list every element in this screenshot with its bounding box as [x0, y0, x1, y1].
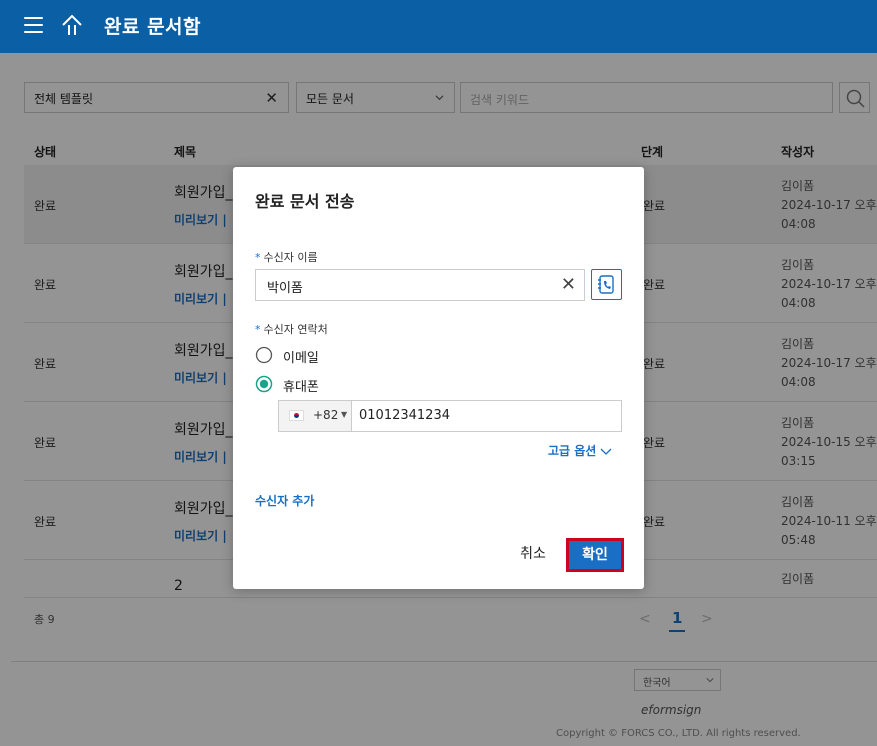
- close-icon[interactable]: ✕: [561, 274, 576, 295]
- address-book-button[interactable]: [591, 269, 622, 300]
- page-title: 완료 문서함: [104, 16, 202, 38]
- phone-option-label[interactable]: 휴대폰: [283, 376, 319, 395]
- add-recipient-link[interactable]: 수신자 추가: [255, 492, 314, 509]
- confirm-button[interactable]: 확인: [566, 538, 624, 572]
- recipient-name-input[interactable]: 박이폼 ✕: [255, 269, 585, 301]
- phone-number-input[interactable]: 01012341234: [359, 408, 450, 423]
- recipient-contact-label-text: 수신자 연락처: [263, 323, 328, 336]
- radio-phone[interactable]: [255, 375, 273, 393]
- advanced-options-toggle[interactable]: 고급 옵션: [548, 442, 612, 459]
- send-document-dialog: 완료 문서 전송 * 수신자 이름 박이폼 ✕ * 수신자 연락처 이메일 휴대폰 …: [233, 167, 644, 589]
- country-code-select[interactable]: +82 ▼: [279, 401, 352, 431]
- recipient-name-value: 박이폼: [267, 281, 303, 296]
- hamburger-icon[interactable]: [24, 17, 43, 33]
- email-option-label[interactable]: 이메일: [283, 347, 319, 366]
- home-icon[interactable]: [60, 13, 84, 37]
- recipient-name-label-text: 수신자 이름: [263, 251, 318, 264]
- korea-flag-icon: [289, 410, 304, 421]
- country-code-value: +82: [313, 408, 339, 422]
- caret-down-icon: ▼: [341, 410, 348, 419]
- recipient-name-label: * 수신자 이름: [255, 251, 318, 264]
- cancel-button[interactable]: 취소: [513, 539, 553, 569]
- recipient-contact-label: * 수신자 연락처: [255, 323, 328, 336]
- chevron-down-icon: [600, 448, 612, 455]
- radio-email[interactable]: [255, 346, 273, 364]
- dialog-title: 완료 문서 전송: [255, 192, 355, 211]
- phone-number-field: +82 ▼ 01012341234: [278, 400, 622, 432]
- advanced-options-label: 고급 옵션: [548, 444, 597, 458]
- contact-book-icon: [598, 275, 614, 294]
- top-bar: 완료 문서함: [0, 0, 877, 53]
